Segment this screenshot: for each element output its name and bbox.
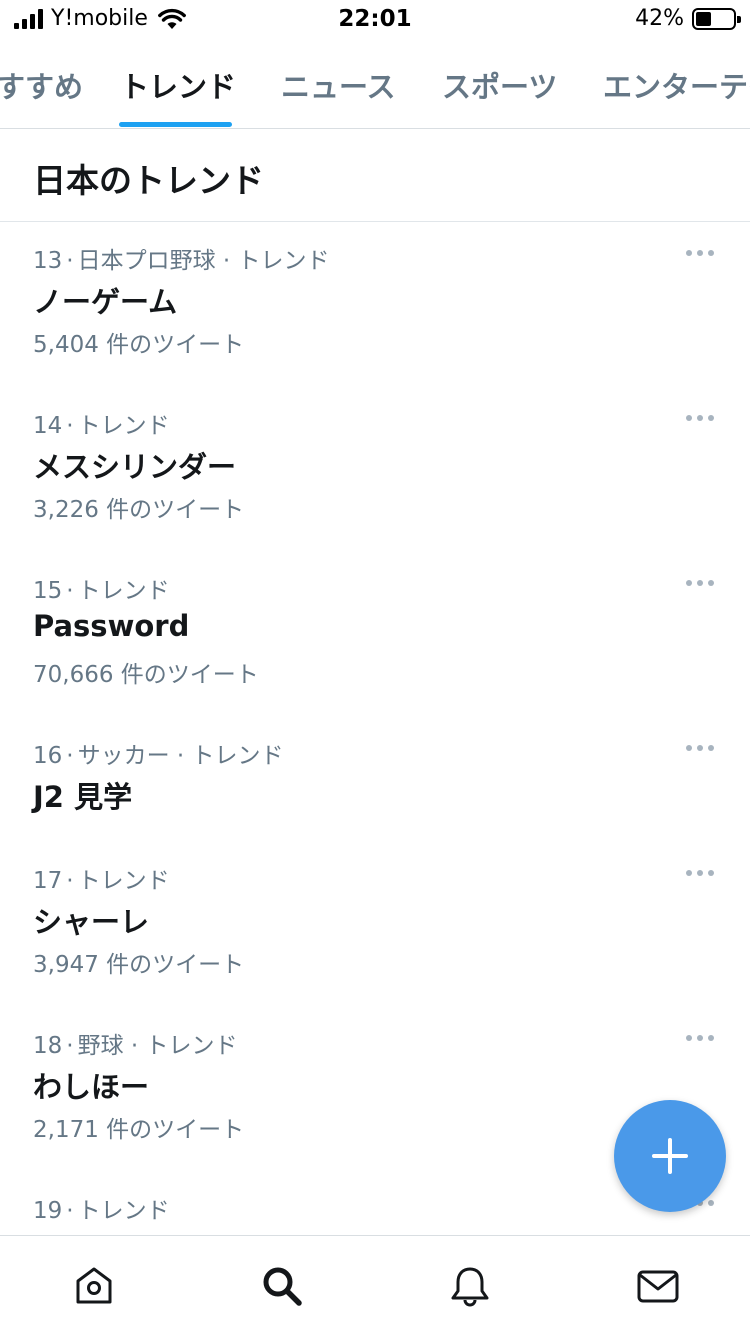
search-icon bbox=[263, 1267, 302, 1306]
battery-percent: 42% bbox=[635, 6, 684, 31]
tab-sports[interactable]: スポーツ bbox=[442, 64, 557, 106]
trend-tweet-count: 2,171 件のツイート bbox=[33, 1117, 245, 1143]
trend-meta: 13 · 日本プロ野球 · トレンド bbox=[33, 241, 330, 275]
home-icon bbox=[76, 1267, 112, 1304]
meta-separator: · bbox=[66, 1198, 74, 1224]
more-options-icon[interactable] bbox=[686, 579, 714, 587]
trend-item[interactable]: 13 · 日本プロ野球 · トレンド ノーゲーム 5,404 件のツイート bbox=[0, 223, 750, 388]
trend-rank: 16 bbox=[33, 743, 63, 769]
trend-name: ノーゲーム bbox=[33, 285, 178, 319]
meta-separator: · bbox=[66, 248, 74, 274]
trend-item[interactable]: 17 · トレンド シャーレ 3,947 件のツイート bbox=[0, 843, 750, 1008]
more-options-icon[interactable] bbox=[686, 744, 714, 752]
meta-separator: · bbox=[66, 413, 74, 439]
more-options-icon[interactable] bbox=[686, 249, 714, 257]
trend-rank: 18 bbox=[33, 1033, 63, 1059]
nav-notifications[interactable] bbox=[448, 1264, 492, 1308]
tab-trends[interactable]: トレンド bbox=[120, 64, 236, 106]
section-header: 日本のトレンド bbox=[0, 130, 750, 222]
meta-separator: · bbox=[66, 1033, 74, 1059]
more-options-icon[interactable] bbox=[686, 1034, 714, 1042]
trend-meta: 17 · トレンド bbox=[33, 861, 170, 895]
nav-search[interactable] bbox=[260, 1264, 304, 1308]
trend-item[interactable]: 14 · トレンド メスシリンダー 3,226 件のツイート bbox=[0, 388, 750, 553]
status-right: 42% bbox=[635, 6, 741, 31]
tab-news[interactable]: ニュース bbox=[281, 64, 396, 106]
tab-entertainment[interactable]: エンターテイ bbox=[603, 64, 750, 106]
trend-tweet-count: 5,404 件のツイート bbox=[33, 332, 245, 358]
trend-item[interactable]: 15 · トレンド Password 70,666 件のツイート bbox=[0, 553, 750, 718]
status-bar: Y!mobile 22:01 42% bbox=[0, 0, 750, 40]
trend-rank: 14 bbox=[33, 413, 63, 439]
trend-list: 13 · 日本プロ野球 · トレンド ノーゲーム 5,404 件のツイート 14 · ト… bbox=[0, 223, 750, 1233]
trend-tweet-count: 3,226 件のツイート bbox=[33, 497, 245, 523]
section-title: 日本のトレンド bbox=[33, 161, 264, 200]
trend-meta: 18 · 野球 · トレンド bbox=[33, 1026, 238, 1060]
tab-recommended[interactable]: すすめ bbox=[0, 64, 83, 106]
battery-icon bbox=[692, 7, 741, 30]
active-tab-indicator bbox=[119, 122, 232, 127]
battery-fill bbox=[696, 11, 712, 26]
meta-separator: · bbox=[66, 578, 74, 604]
mail-icon bbox=[637, 1270, 679, 1303]
meta-separator: · bbox=[66, 868, 74, 894]
trend-name: メスシリンダー bbox=[33, 450, 237, 484]
trend-category: トレンド bbox=[77, 868, 170, 894]
trend-rank: 19 bbox=[33, 1198, 63, 1224]
trend-tweet-count: 70,666 件のツイート bbox=[33, 662, 259, 688]
compose-tweet-button[interactable] bbox=[614, 1100, 726, 1212]
trend-name: J2 見学 bbox=[33, 780, 133, 814]
nav-messages[interactable] bbox=[636, 1264, 680, 1308]
trend-meta: 19 · トレンド bbox=[33, 1191, 170, 1225]
trend-category: トレンド bbox=[77, 413, 170, 439]
plus-icon bbox=[652, 1138, 688, 1174]
trend-meta: 15 · トレンド bbox=[33, 571, 170, 605]
trend-category: 野球 · トレンド bbox=[77, 1033, 238, 1059]
bottom-nav bbox=[0, 1235, 750, 1334]
trend-name: Password bbox=[33, 609, 190, 643]
trend-name: わしほー bbox=[33, 1070, 150, 1104]
battery-cap bbox=[737, 15, 741, 23]
meta-separator: · bbox=[66, 743, 74, 769]
trend-meta: 16 · サッカー · トレンド bbox=[33, 736, 284, 770]
more-options-icon[interactable] bbox=[686, 869, 714, 877]
trend-tweet-count: 3,947 件のツイート bbox=[33, 952, 245, 978]
trend-item[interactable]: 16 · サッカー · トレンド J2 見学 bbox=[0, 718, 750, 843]
trend-name: シャーレ bbox=[33, 905, 150, 939]
trend-category: 日本プロ野球 · トレンド bbox=[77, 248, 330, 274]
trend-rank: 17 bbox=[33, 868, 63, 894]
bell-icon bbox=[451, 1267, 489, 1307]
trend-meta: 14 · トレンド bbox=[33, 406, 170, 440]
trend-rank: 13 bbox=[33, 248, 63, 274]
explore-tab-bar: すすめ トレンド ニュース スポーツ エンターテイ bbox=[0, 40, 750, 129]
trend-category: トレンド bbox=[77, 578, 170, 604]
more-options-icon[interactable] bbox=[686, 414, 714, 422]
nav-home[interactable] bbox=[72, 1264, 116, 1308]
trend-category: トレンド bbox=[77, 1198, 170, 1224]
trend-category: サッカー · トレンド bbox=[77, 743, 284, 769]
trend-rank: 15 bbox=[33, 578, 63, 604]
